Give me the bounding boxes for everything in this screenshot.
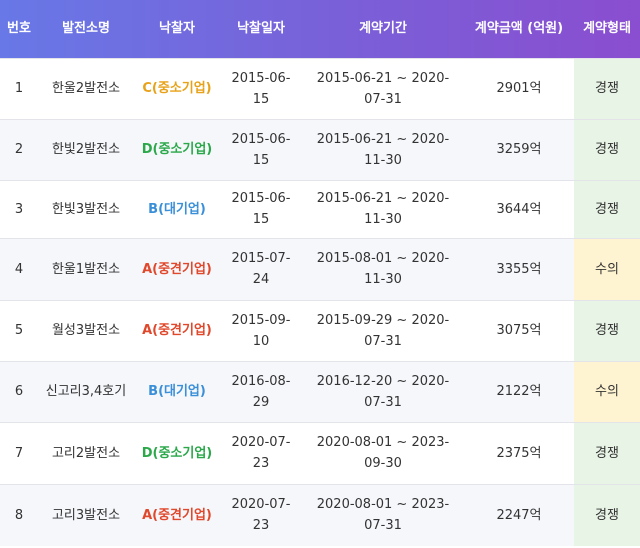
cell-date: 2015-06-15 xyxy=(231,70,291,107)
cell-date: 2015-06-15 xyxy=(231,131,291,168)
cell-date: 2016-08-29 xyxy=(231,373,291,410)
cell-plant: 한빛3발전소 xyxy=(51,201,121,217)
cell-amount: 2375억 xyxy=(496,445,542,461)
header-contract-type: 계약형태 xyxy=(583,21,631,37)
cell-plant: 한빛2발전소 xyxy=(51,142,121,157)
header-period: 계약기간 xyxy=(359,21,407,37)
table-row: 4 한울1발전소 A(중견기업) 2015-07-24 2015-08-01 ~ 202… xyxy=(0,238,640,300)
cell-plant: 한울1발전소 xyxy=(51,261,121,277)
cell-contract-type: 경쟁 xyxy=(574,180,640,238)
table-row: 7 고리2발전소 D(중소기업) 2020-07-23 2020-08-01 ~ 202… xyxy=(0,422,640,484)
header-no: 번호 xyxy=(7,21,31,37)
cell-contract-type: 경쟁 xyxy=(574,300,640,361)
cell-plant: 고리3발전소 xyxy=(51,507,121,523)
table-body: 1 한울2발전소 C(중소기업) 2015-06-15 2015-06-21 ~ 202… xyxy=(0,58,640,546)
cell-plant: 한울2발전소 xyxy=(51,81,121,96)
cell-date: 2015-09-10 xyxy=(231,312,291,349)
cell-bidder: A(중견기업) xyxy=(142,261,212,277)
cell-amount: 2122억 xyxy=(496,384,542,399)
cell-bidder: D(중소기업) xyxy=(141,445,213,461)
cell-bidder: A(중견기업) xyxy=(142,507,212,523)
cell-date: 2020-07-23 xyxy=(231,435,291,471)
cell-period: 2015-06-21 ~ 2020-07-31 xyxy=(316,70,450,107)
cell-date: 2015-06-15 xyxy=(231,191,291,227)
cell-date: 2020-07-23 xyxy=(231,497,291,534)
table-row: 8 고리3발전소 A(중견기업) 2020-07-23 2020-08-01 ~ 202… xyxy=(0,484,640,546)
cell-period: 2020-08-01 ~ 2023-09-30 xyxy=(316,435,450,471)
table-header: 번호 발전소명 낙찰자 낙찰일자 계약기간 계약금액 (억원) 계약형태 xyxy=(0,0,640,58)
cell-amount: 3259억 xyxy=(496,142,542,157)
table-row: 1 한울2발전소 C(중소기업) 2015-06-15 2015-06-21 ~ 202… xyxy=(0,58,640,119)
cell-bidder: D(중소기업) xyxy=(141,142,213,157)
cell-bidder: B(대기업) xyxy=(148,384,206,399)
cell-contract-type: 경쟁 xyxy=(574,119,640,180)
table-row: 2 한빛2발전소 D(중소기업) 2015-06-15 2015-06-21 ~ 202… xyxy=(0,119,640,180)
cell-bidder: A(중견기업) xyxy=(142,323,212,338)
cell-no: 2 xyxy=(14,142,24,157)
contracts-table: 번호 발전소명 낙찰자 낙찰일자 계약기간 계약금액 (억원) 계약형태 1 한울… xyxy=(0,0,640,546)
cell-amount: 3355억 xyxy=(496,261,542,277)
cell-bidder: C(중소기업) xyxy=(142,81,212,96)
cell-contract-type: 경쟁 xyxy=(574,58,640,119)
table-row: 5 월성3발전소 A(중견기업) 2015-09-10 2015-09-29 ~ 202… xyxy=(0,300,640,361)
cell-contract-type: 수의 xyxy=(574,361,640,422)
cell-no: 5 xyxy=(14,323,24,338)
cell-bidder: B(대기업) xyxy=(148,201,206,217)
cell-contract-type: 수의 xyxy=(574,238,640,300)
table-row: 6 신고리3,4호기 B(대기업) 2016-08-29 2016-12-20 ~ 20… xyxy=(0,361,640,422)
cell-no: 8 xyxy=(14,507,24,523)
header-plant: 발전소명 xyxy=(62,21,110,37)
cell-period: 2020-08-01 ~ 2023-07-31 xyxy=(316,497,450,534)
cell-plant: 신고리3,4호기 xyxy=(45,384,127,399)
cell-date: 2015-07-24 xyxy=(231,251,291,287)
cell-amount: 2901억 xyxy=(496,81,542,96)
cell-no: 1 xyxy=(14,81,24,96)
cell-period: 2015-09-29 ~ 2020-07-31 xyxy=(316,312,450,349)
cell-amount: 2247억 xyxy=(496,507,542,523)
cell-amount: 3644억 xyxy=(496,201,542,217)
cell-period: 2015-06-21 ~ 2020-11-30 xyxy=(316,131,450,168)
cell-amount: 3075억 xyxy=(496,323,542,338)
cell-period: 2015-08-01 ~ 2020-11-30 xyxy=(316,251,450,287)
cell-no: 3 xyxy=(14,201,24,217)
table-row: 3 한빛3발전소 B(대기업) 2015-06-15 2015-06-21 ~ 2020… xyxy=(0,180,640,238)
cell-plant: 월성3발전소 xyxy=(51,323,121,338)
cell-no: 4 xyxy=(14,261,24,277)
cell-plant: 고리2발전소 xyxy=(51,445,121,461)
cell-period: 2016-12-20 ~ 2020-07-31 xyxy=(316,373,450,410)
cell-contract-type: 경쟁 xyxy=(574,484,640,546)
cell-contract-type: 경쟁 xyxy=(574,422,640,484)
header-date: 낙찰일자 xyxy=(237,21,285,37)
header-bidder: 낙찰자 xyxy=(159,21,195,37)
cell-no: 6 xyxy=(14,384,24,399)
header-row: 번호 발전소명 낙찰자 낙찰일자 계약기간 계약금액 (억원) 계약형태 xyxy=(0,0,640,58)
cell-period: 2015-06-21 ~ 2020-11-30 xyxy=(316,191,450,227)
header-amount: 계약금액 (억원) xyxy=(474,21,564,37)
cell-no: 7 xyxy=(14,445,24,461)
